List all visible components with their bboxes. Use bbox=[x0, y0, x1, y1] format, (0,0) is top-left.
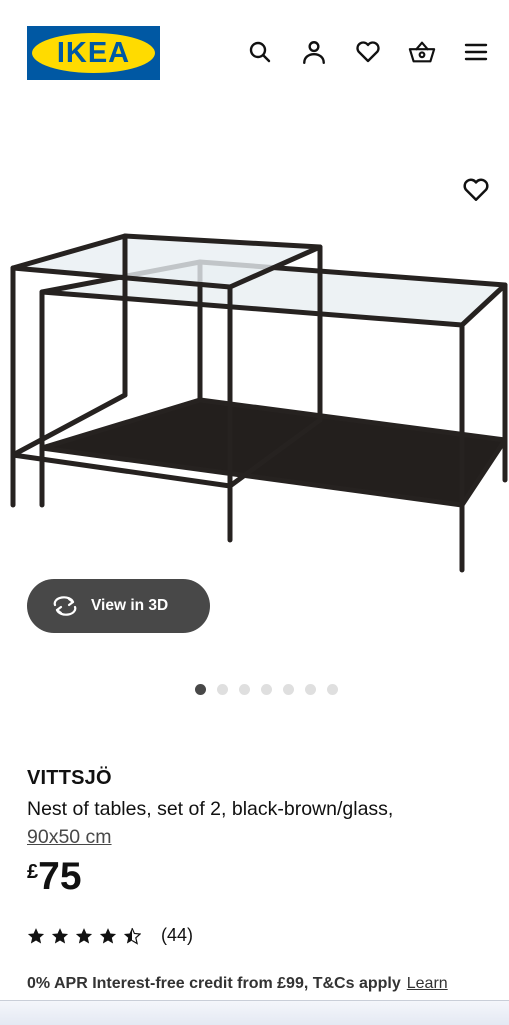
view-in-3d-button[interactable]: View in 3D bbox=[27, 579, 210, 633]
star-icon bbox=[51, 927, 69, 943]
half-star-icon bbox=[123, 927, 141, 945]
star-icon bbox=[75, 927, 93, 943]
product-description: Nest of tables, set of 2, black-brown/gl… bbox=[27, 795, 487, 851]
user-icon[interactable] bbox=[300, 38, 328, 66]
carousel-dot[interactable] bbox=[283, 684, 294, 695]
heart-icon[interactable] bbox=[354, 38, 382, 66]
finance-text: 0% APR Interest-free credit from £99, T&… bbox=[27, 975, 401, 992]
browser-bottom-bar bbox=[0, 1000, 509, 1025]
star-icon bbox=[27, 927, 45, 943]
carousel-dot[interactable] bbox=[217, 684, 228, 695]
search-icon[interactable] bbox=[246, 38, 274, 66]
carousel-dot[interactable] bbox=[239, 684, 250, 695]
logo-text: IKEA bbox=[56, 36, 131, 69]
star-icon bbox=[99, 927, 117, 943]
price-amount: 75 bbox=[38, 855, 82, 898]
carousel-dot[interactable] bbox=[261, 684, 272, 695]
rating-stars bbox=[27, 927, 141, 945]
add-to-favourites-icon[interactable] bbox=[462, 177, 492, 205]
carousel-dot[interactable] bbox=[305, 684, 316, 695]
product-rating[interactable]: (44) bbox=[27, 925, 193, 946]
product-price: £75 bbox=[27, 855, 82, 899]
ikea-logo[interactable]: IKEA bbox=[27, 26, 160, 80]
menu-icon[interactable] bbox=[462, 38, 490, 66]
carousel-dot[interactable] bbox=[327, 684, 338, 695]
carousel-dot[interactable] bbox=[195, 684, 206, 695]
description-text: Nest of tables, set of 2, black-brown/gl… bbox=[27, 798, 394, 820]
rating-count: (44) bbox=[161, 925, 194, 945]
basket-icon[interactable] bbox=[408, 38, 436, 66]
product-size-link[interactable]: 90x50 cm bbox=[27, 826, 112, 848]
learn-more-link[interactable]: Learn bbox=[407, 975, 448, 992]
rotate-3d-icon bbox=[53, 596, 77, 616]
image-carousel-dots bbox=[195, 684, 338, 695]
logo-oval: IKEA bbox=[32, 33, 155, 73]
header: IKEA bbox=[0, 0, 509, 110]
product-name: VITTSJÖ bbox=[27, 767, 112, 789]
view-in-3d-label: View in 3D bbox=[91, 597, 169, 614]
finance-offer: 0% APR Interest-free credit from £99, T&… bbox=[27, 975, 448, 993]
price-currency: £ bbox=[27, 861, 39, 883]
product-image[interactable] bbox=[0, 150, 509, 595]
